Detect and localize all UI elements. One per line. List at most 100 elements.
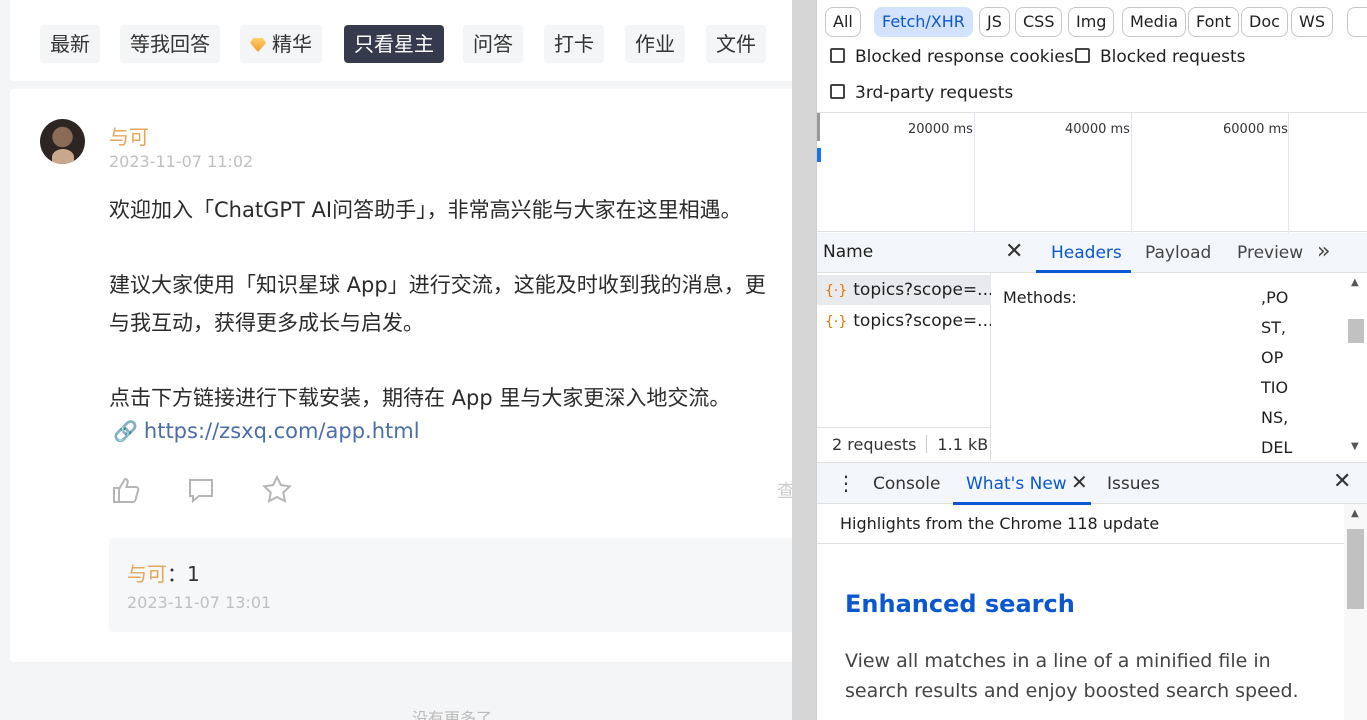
comment-time: 2023-11-07 13:01 xyxy=(127,593,272,612)
checkbox-box xyxy=(1075,48,1090,63)
scrollbar-thumb[interactable] xyxy=(1348,319,1364,343)
drawer-tab-bar: ⋮ Console What's New ✕ Issues ✕ xyxy=(817,462,1367,505)
filter-waiting-answer[interactable]: 等我回答 xyxy=(120,25,220,63)
tab-issues[interactable]: Issues xyxy=(1107,474,1160,494)
close-drawer-icon[interactable]: ✕ xyxy=(1333,469,1351,494)
more-menu-icon[interactable]: ⋮ xyxy=(836,471,856,495)
panel-splitter[interactable] xyxy=(792,0,817,720)
type-filter-css[interactable]: CSS xyxy=(1015,7,1063,37)
post-author[interactable]: 与可 xyxy=(109,121,149,150)
filter-files[interactable]: 文件 xyxy=(706,25,766,63)
third-party-checkbox[interactable]: 3rd-party requests xyxy=(830,83,1013,103)
post-text-line: 欢迎加入「ChatGPT AI问答助手」，非常高兴能与大家在这里相遇。 xyxy=(109,198,742,222)
scrollbar-thumb[interactable] xyxy=(1347,529,1364,609)
summary-separator xyxy=(926,435,928,453)
checkbox-label: Blocked requests xyxy=(1100,47,1246,67)
scroll-down-icon[interactable]: ▼ xyxy=(1351,441,1359,452)
methods-value-line: ST, xyxy=(1261,318,1287,337)
timeline-gridline xyxy=(974,113,975,233)
avatar[interactable] xyxy=(40,119,85,164)
request-row[interactable]: {·} topics?scope=... xyxy=(817,275,991,305)
comment-author[interactable]: 与可 xyxy=(127,562,167,586)
tab-whats-new[interactable]: What's New xyxy=(966,474,1067,494)
transferred-size: 1.1 kB xyxy=(937,435,989,454)
tab-headers[interactable]: Headers xyxy=(1051,243,1122,263)
blocked-requests-checkbox[interactable]: Blocked requests xyxy=(1075,47,1246,67)
timeline-marker xyxy=(817,113,820,141)
type-filter-font[interactable]: Font xyxy=(1188,7,1239,37)
topic-card: 与可 2023-11-07 11:02 欢迎加入「ChatGPT AI问答助手」… xyxy=(10,89,792,662)
type-filter-fetch-xhr[interactable]: Fetch/XHR xyxy=(874,7,973,37)
methods-value-line: NS, xyxy=(1261,408,1289,427)
filter-digest-label: 精华 xyxy=(272,32,312,56)
methods-value-line: ,PO xyxy=(1261,288,1289,307)
comment-text: 1 xyxy=(187,562,200,586)
network-summary: 2 requests 1.1 kB xyxy=(817,427,991,461)
more-tabs-icon[interactable]: » xyxy=(1317,239,1330,264)
filter-homework[interactable]: 作业 xyxy=(625,25,685,63)
filter-digest[interactable]: 精华 xyxy=(240,25,322,63)
tab-console[interactable]: Console xyxy=(873,474,941,494)
tab-preview[interactable]: Preview xyxy=(1237,243,1303,263)
checkbox-box xyxy=(830,84,845,99)
type-filter-img[interactable]: Img xyxy=(1068,7,1115,37)
star-icon[interactable] xyxy=(261,474,293,506)
filter-latest[interactable]: 最新 xyxy=(40,25,100,63)
link-icon: 🔗 xyxy=(113,419,138,443)
checkbox-box xyxy=(830,48,845,63)
scroll-up-icon[interactable]: ▲ xyxy=(1351,508,1359,519)
filter-owner-only[interactable]: 只看星主 xyxy=(344,25,444,63)
network-overview-timeline[interactable]: 20000 ms 40000 ms 60000 ms xyxy=(817,112,1367,233)
comment-icon[interactable] xyxy=(185,474,217,506)
close-icon[interactable]: ✕ xyxy=(1005,239,1023,264)
timeline-label: 60000 ms xyxy=(1223,122,1288,137)
type-filter-more[interactable] xyxy=(1347,7,1367,37)
comment-box: 与可：1 2023-11-07 13:01 xyxy=(109,538,792,632)
truncated-text: 查 xyxy=(777,481,792,502)
detail-tab-bar: ✕ Headers Payload Preview » xyxy=(991,233,1367,273)
type-filter-js[interactable]: JS xyxy=(979,7,1010,37)
type-filter-all[interactable]: All xyxy=(825,7,861,37)
filter-checkin[interactable]: 打卡 xyxy=(544,25,604,63)
checkbox-label: Blocked response cookies xyxy=(855,47,1074,67)
whats-new-body: View all matches in a line of a minified… xyxy=(845,650,1299,702)
request-detail-pane: ✕ Headers Payload Preview » Methods: ,PO… xyxy=(991,233,1367,461)
detail-scrollbar[interactable]: ▲ ▼ xyxy=(1344,273,1367,461)
whats-new-header: Highlights from the Chrome 118 update xyxy=(817,504,1347,544)
close-tab-icon[interactable]: ✕ xyxy=(1071,470,1088,494)
timeline-gridline xyxy=(1288,113,1289,233)
methods-label: Methods: xyxy=(1003,288,1077,307)
request-count: 2 requests xyxy=(832,435,917,454)
type-filter-ws[interactable]: WS xyxy=(1291,7,1333,37)
checkbox-label: 3rd-party requests xyxy=(855,83,1014,103)
tab-payload[interactable]: Payload xyxy=(1145,243,1211,263)
xhr-icon: {·} xyxy=(825,283,848,299)
xhr-icon: {·} xyxy=(825,314,848,330)
timeline-label: 20000 ms xyxy=(908,122,973,137)
post-time: 2023-11-07 11:02 xyxy=(109,152,254,171)
blocked-cookies-checkbox[interactable]: Blocked response cookies xyxy=(830,47,1074,67)
like-icon[interactable] xyxy=(110,474,142,506)
app-download-link[interactable]: 🔗 https://zsxq.com/app.html xyxy=(113,419,420,443)
post-text-line: 点击下方链接进行下载安装，期待在 App 里与大家更深入地交流。 xyxy=(109,386,731,410)
no-more-text: 没有更多了 xyxy=(412,709,493,720)
post-text-line: 与我互动，获得更多成长与启发。 xyxy=(109,311,424,335)
whats-new-title[interactable]: Enhanced search xyxy=(845,590,1075,618)
name-column-header[interactable]: Name xyxy=(817,233,991,273)
active-tab-indicator xyxy=(1036,270,1131,273)
whats-new-scrollbar[interactable]: ▲ xyxy=(1344,504,1367,720)
type-filter-media[interactable]: Media xyxy=(1122,7,1187,37)
comment-line: 与可：1 xyxy=(127,558,200,587)
timeline-label: 40000 ms xyxy=(1065,122,1130,137)
request-row[interactable]: {·} topics?scope=... xyxy=(817,306,991,336)
comment-colon: ： xyxy=(167,562,187,586)
scroll-up-icon[interactable]: ▲ xyxy=(1351,277,1359,288)
request-name: topics?scope=... xyxy=(853,311,991,331)
filter-qa[interactable]: 问答 xyxy=(463,25,523,63)
methods-value-line: TIO xyxy=(1261,378,1289,397)
devtools-panel: All Fetch/XHR JS CSS Img Media Font Doc … xyxy=(817,0,1367,720)
app-download-link-text: https://zsxq.com/app.html xyxy=(143,419,420,443)
request-name: topics?scope=... xyxy=(853,280,991,300)
request-name-column: Name {·} topics?scope=... {·} topics?scope… xyxy=(817,233,991,461)
type-filter-doc[interactable]: Doc xyxy=(1241,7,1288,37)
